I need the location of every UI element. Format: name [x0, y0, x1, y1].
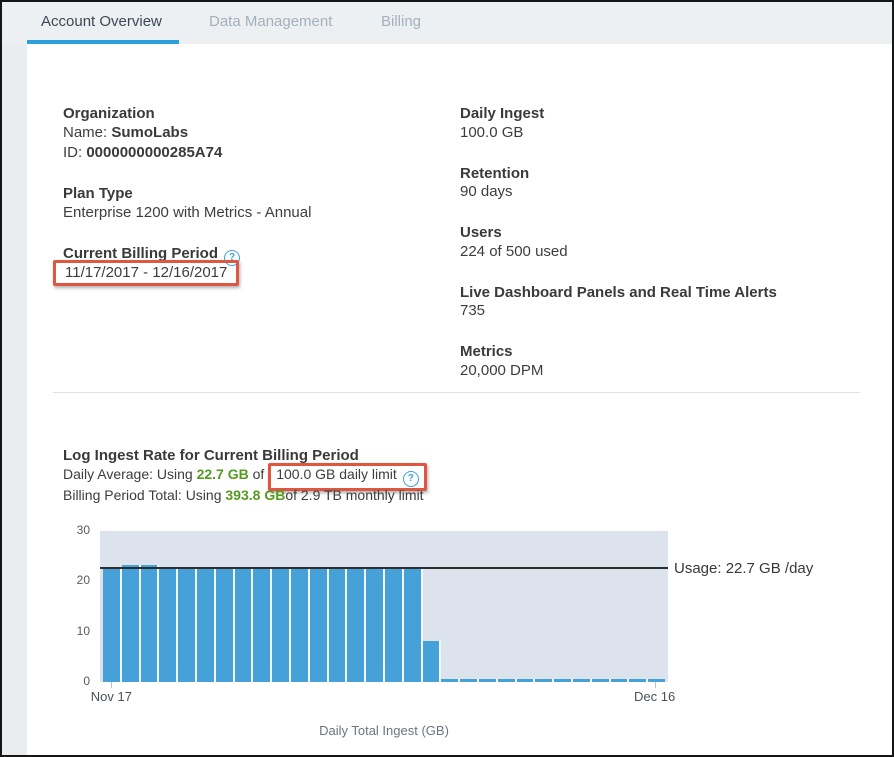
metrics-label: Metrics [460, 343, 513, 360]
y-tick-20: 20 [56, 573, 90, 587]
y-tick-10: 10 [56, 624, 90, 638]
bar-nov-24 [235, 568, 254, 682]
billing-period-value: 11/17/2017 - 12/16/2017 [65, 264, 227, 281]
bar-nov-22 [197, 568, 216, 682]
help-icon[interactable]: ? [403, 471, 419, 487]
bar-nov-19 [141, 565, 160, 682]
bar-nov-28 [310, 568, 329, 682]
x-tick-nov-17: Nov 17 [91, 689, 132, 704]
tab-data-management[interactable]: Data Management [209, 13, 332, 30]
id-label: ID: [63, 144, 86, 161]
organization-name: Name: SumoLabs [63, 124, 188, 141]
bar-nov-27 [291, 568, 310, 682]
section-divider [53, 392, 860, 393]
bar-nov-25 [253, 568, 272, 682]
bar-nov-30 [347, 568, 366, 682]
x-tick-mark [655, 682, 656, 688]
organization-label: Organization [63, 105, 155, 122]
tab-bar: Account Overview Data Management Billing [2, 2, 892, 44]
tab-billing[interactable]: Billing [381, 13, 421, 30]
chart-axis-title: Daily Total Ingest (GB) [100, 723, 668, 738]
bar-nov-17 [103, 568, 122, 682]
plan-type-label: Plan Type [63, 185, 133, 202]
billing-total-prefix: Billing Period Total: Using [63, 487, 225, 503]
live-dashboard-value: 735 [460, 302, 485, 319]
bar-nov-20 [159, 567, 178, 682]
highlight-box-billing-period: 11/17/2017 - 12/16/2017 [53, 260, 239, 286]
bars-container [100, 531, 668, 682]
bar-dec-3 [404, 568, 423, 682]
account-overview-page: Account Overview Data Management Billing… [0, 0, 894, 757]
retention-label: Retention [460, 165, 529, 182]
bar-nov-21 [178, 568, 197, 682]
billing-total-suffix: of 2.9 TB monthly limit [285, 487, 423, 503]
ingest-section-title: Log Ingest Rate for Current Billing Peri… [63, 447, 359, 464]
users-label: Users [460, 224, 502, 241]
billing-total-line: Billing Period Total: Using 393.8 GBof 2… [63, 487, 424, 503]
metrics-value: 20,000 DPM [460, 362, 543, 379]
bar-nov-26 [272, 567, 291, 682]
daily-average-used: 22.7 GB [197, 466, 249, 482]
plan-type-value: Enterprise 1200 with Metrics - Annual [63, 204, 311, 221]
daily-average-of: of [249, 466, 268, 482]
daily-average-prefix: Daily Average: Using [63, 466, 197, 482]
x-tick-mark [111, 682, 112, 688]
ingest-bar-chart [100, 531, 668, 682]
name-value: SumoLabs [111, 124, 188, 141]
id-value: 0000000000285A74 [86, 144, 222, 161]
retention-value: 90 days [460, 183, 513, 200]
tab-account-overview[interactable]: Account Overview [41, 13, 162, 30]
usage-reference-line [100, 567, 668, 569]
organization-id: ID: 0000000000285A74 [63, 144, 222, 161]
billing-total-used: 393.8 GB [225, 487, 285, 503]
bar-nov-23 [216, 567, 235, 682]
name-label: Name: [63, 124, 111, 141]
x-axis-ticks: Nov 17Dec 16 [100, 682, 668, 706]
daily-ingest-label: Daily Ingest [460, 105, 544, 122]
users-value: 224 of 500 used [460, 243, 568, 260]
x-tick-dec-16: Dec 16 [634, 689, 675, 704]
daily-ingest-value: 100.0 GB [460, 124, 523, 141]
bar-nov-29 [329, 567, 348, 682]
y-tick-0: 0 [56, 674, 90, 688]
bar-nov-18 [122, 565, 141, 682]
y-tick-30: 30 [56, 523, 90, 537]
bar-dec-4 [423, 641, 442, 682]
live-dashboard-label: Live Dashboard Panels and Real Time Aler… [460, 284, 777, 301]
bar-dec-1 [366, 568, 385, 682]
daily-average-line: Daily Average: Using 22.7 GB of 100.0 GB… [63, 466, 427, 487]
bar-dec-2 [385, 567, 404, 682]
usage-line-label: Usage: 22.7 GB /day [674, 560, 813, 577]
daily-limit-value: 100.0 GB daily limit [276, 466, 397, 482]
